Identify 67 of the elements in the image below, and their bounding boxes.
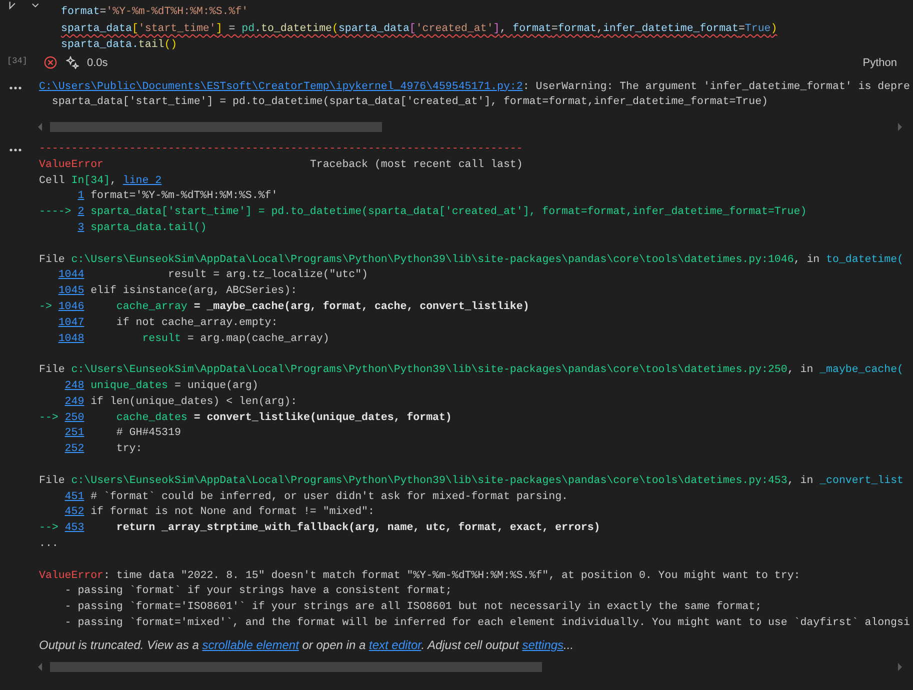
sparkle-icon (66, 56, 79, 69)
output-line: ... (39, 537, 60, 552)
output-line: - passing `format` if your strings have a consistent format; (64, 584, 453, 600)
line-number-link[interactable]: 1047 (58, 316, 84, 329)
line-number-link[interactable]: 2 (78, 206, 84, 218)
traceback-line: 1045 elif isinstance(arg, ABCSeries): (57, 284, 298, 300)
output-line: - passing `format='ISO8601'` if your strings are all ISO8601 but not necessarily in exactly the same format; (64, 600, 763, 616)
execution-count: [34] (6, 54, 28, 68)
traceback-line: 248 unique_dates = unique(arg) (64, 379, 260, 394)
scroll-right-icon (897, 662, 903, 671)
link[interactable]: settings (522, 638, 564, 652)
traceback-line: 1044 result = arg.tz_localize("utc") (57, 268, 369, 284)
output-line: File c:\Users\EunseokSim\AppData\Local\Programs\Python\Python39\lib\site-packages\pandas\core\tools\datetimes.py:250, in _maybe_cache( (39, 363, 904, 378)
traceback-line: 251 # GH#45319 (64, 426, 182, 442)
traceback-line: 252 try: (64, 442, 144, 458)
link[interactable]: text editor (368, 638, 422, 652)
code-line: sparta_data['start_time'] = pd.to_datetime(sparta_data['created_at'], format=format,infer_datetime_format=True) (61, 22, 778, 36)
traceback-line: 1047 if not cache_array.empty: (57, 316, 279, 331)
traceback-line: 1 format='%Y-%m-%dT%H:%M:%S.%f' (76, 189, 279, 204)
ellipsis-icon (9, 86, 22, 90)
scrollbar-thumb[interactable] (50, 662, 542, 672)
output-line: File c:\Users\EunseokSim\AppData\Local\Programs\Python\Python39\lib\site-packages\pandas\core\tools\datetimes.py:1046, in to_datetime( (39, 252, 904, 268)
output-line: - passing `format='mixed'`, and the format will be inferred for each element individually. You might want to use `dayfirst` alongsi (64, 616, 911, 631)
line-number-link[interactable]: 250 (64, 412, 84, 424)
scroll-right-icon (897, 123, 903, 132)
output-line: Cell In[34], line 2 (39, 174, 163, 189)
output-line: ValueError: time data "2022. 8. 15" doesn't match format "%Y-%m-%dT%H:%M:%S.%f", at position 0. You might want to try: (39, 568, 802, 584)
traceback-line: 451 # `format` could be inferred, or user didn't ask for mixed-format parsing. (64, 490, 569, 505)
output-line: File c:\Users\EunseokSim\AppData\Local\Programs\Python\Python39\lib\site-packages\pandas\core\tools\datetimes.py:453, in _convert_list (39, 474, 904, 489)
traceback-line: --> 250 cache_dates = convert_listlike(unique_dates, format) (39, 410, 453, 426)
line-number-link[interactable]: 452 (64, 506, 84, 518)
code-line: format='%Y-%m-%dT%H:%M:%S.%f' (61, 5, 250, 20)
link[interactable]: scrollable element (202, 638, 299, 652)
output-line: C:\Users\Public\Documents\ESTsoft\CreatorTemp\ipykernel_4976\459545171.py:2: UserWarning: The argument 'infer_datetime_format' is depre (39, 80, 911, 94)
link[interactable]: line 2 (122, 174, 162, 187)
line-number-link[interactable]: 1 (78, 190, 84, 202)
line-number-link[interactable]: 453 (64, 522, 84, 534)
output-line: --------------------------------------------------------------------------- (39, 142, 524, 158)
line-number-link[interactable]: 1048 (58, 332, 84, 345)
truncation-notice: Output is truncated. View as a scrollable element or open in a text editor. Adjust cell output settings... (39, 636, 575, 653)
execution-time: 0.0s (87, 56, 108, 68)
line-number-link[interactable]: 249 (64, 396, 84, 408)
link[interactable]: C:\Users\Public\Documents\ESTsoft\CreatorTemp\ipykernel_4976\459545171.py:2 (39, 80, 523, 92)
line-number-link[interactable]: 451 (64, 490, 84, 503)
line-number-link[interactable]: 252 (64, 443, 84, 456)
line-number-link[interactable]: 1045 (58, 285, 84, 298)
output-line: ValueError Traceback (most recent call last) (39, 158, 524, 173)
chevron-icon (32, 3, 39, 8)
scrollbar-thumb[interactable] (50, 122, 382, 132)
traceback-line: ----> 2 sparta_data['start_time'] = pd.to_datetime(sparta_data['created_at'], format=format,infer_datetime_format=True) (39, 205, 808, 220)
scroll-left-icon (37, 662, 43, 671)
line-number-link[interactable]: 251 (64, 427, 84, 440)
ellipsis-icon (9, 148, 22, 152)
output-line: sparta_data['start_time'] = pd.to_datetime(sparta_data['created_at'], format=format,infer_datetime_format=True) (50, 95, 769, 110)
line-number-link[interactable]: 1044 (58, 269, 84, 282)
language-label[interactable]: Python (862, 56, 897, 68)
line-number-link[interactable]: 248 (64, 380, 84, 392)
traceback-line: -> 1046 cache_array = _maybe_cache(arg, format, cache, convert_listlike) (39, 300, 530, 316)
code-line: sparta_data.tail() (61, 38, 178, 53)
line-number-link[interactable]: 1046 (58, 301, 84, 314)
traceback-line: 1048 result = arg.map(cache_array) (57, 332, 330, 347)
traceback-line: 452 if format is not None and format != "mixed": (64, 505, 376, 520)
scroll-left-icon (37, 123, 43, 132)
line-number-link[interactable]: 3 (78, 222, 84, 234)
traceback-line: --> 453 return _array_strptime_with_fallback(arg, name, utc, format, exact, errors) (39, 521, 602, 536)
traceback-line: 249 if len(unique_dates) < len(arg): (64, 394, 298, 410)
traceback-line: 3 sparta_data.tail() (76, 221, 208, 236)
